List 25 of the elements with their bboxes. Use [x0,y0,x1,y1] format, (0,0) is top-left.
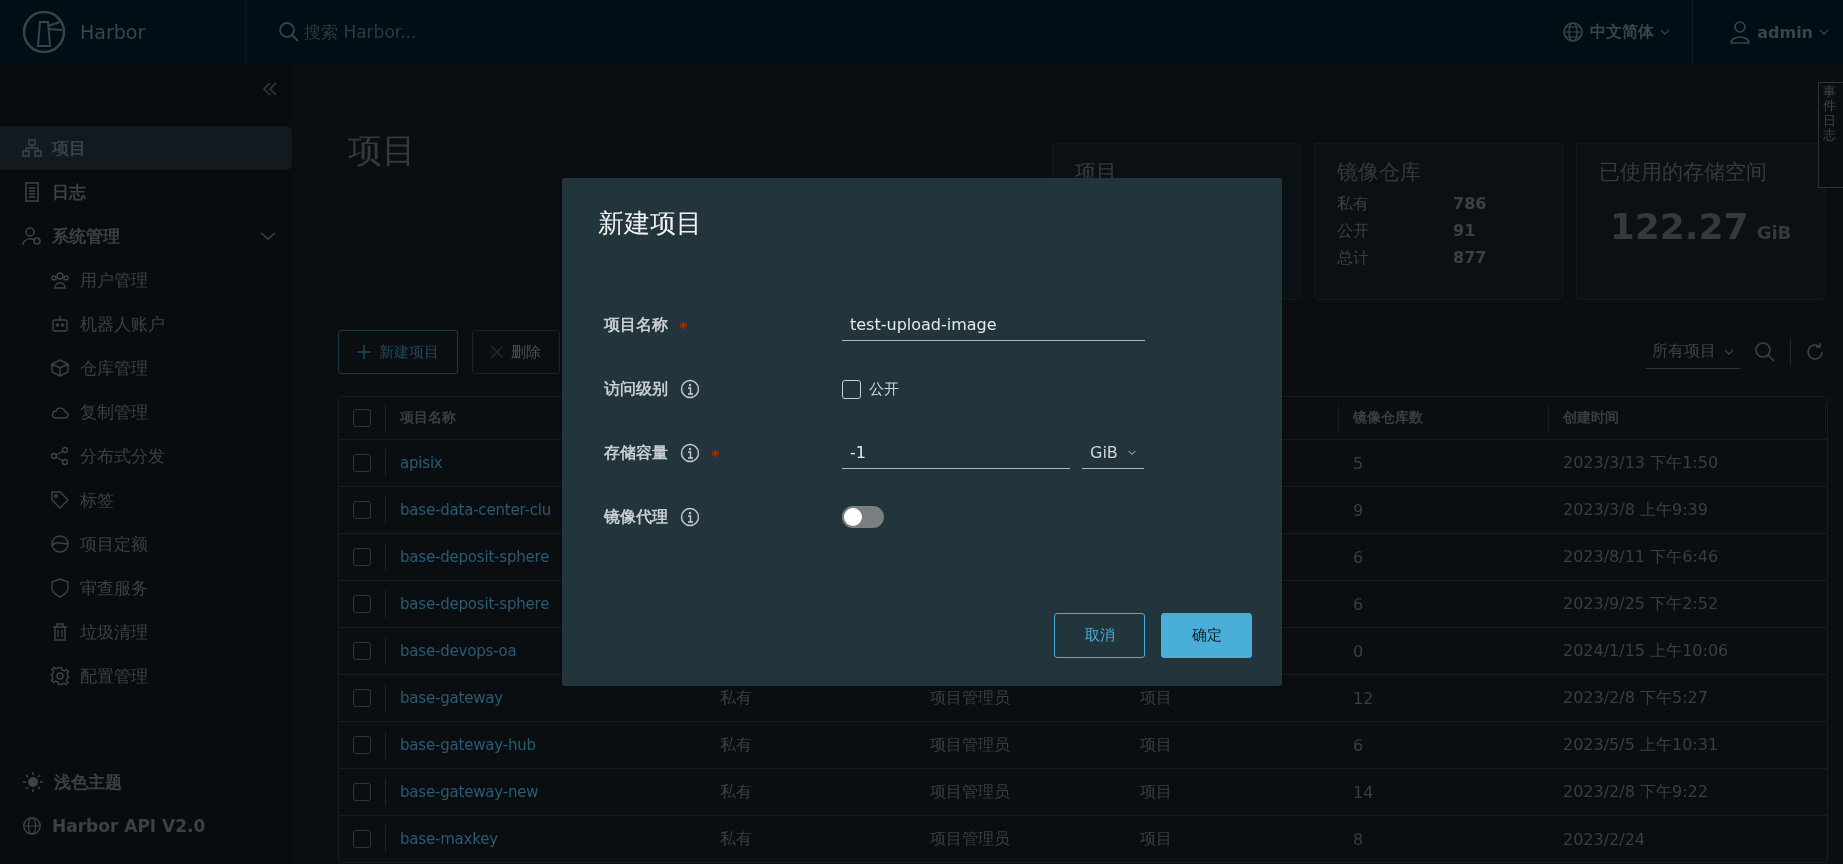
project-link[interactable]: base-gateway-hub [400,736,536,754]
field-label: 项目名称 [604,314,668,336]
new-project-button[interactable]: 新建项目 [338,330,458,374]
project-name-field[interactable]: test-upload-image [842,309,1145,341]
project-link[interactable]: apisix [400,454,443,472]
checkbox-label[interactable]: 公开 [869,379,899,399]
field-label: 镜像代理 [604,506,668,528]
project-link[interactable]: base-data-center-clu [400,501,551,519]
unit-dropdown[interactable]: GiB [1082,437,1144,469]
field-label: 访问级别 [604,378,668,400]
project-link[interactable]: base-maxkey [400,830,498,848]
project-link[interactable]: base-gateway-new [400,783,539,801]
project-link[interactable]: base-deposit-sphere [400,595,550,613]
delete-button[interactable]: 删除 [472,330,560,374]
confirm-button[interactable]: 确定 [1161,613,1252,658]
language-menu[interactable]: 中文简体 [1540,21,1693,43]
dialog-title: 新建项目 [598,207,703,240]
user-menu[interactable]: admin [1693,20,1843,44]
quota-field[interactable]: -1 [842,437,1070,469]
project-link[interactable]: base-devops-oa [400,642,517,660]
brand-name[interactable]: Harbor [80,21,146,43]
field-label: 存储容量 [604,442,668,464]
project-link[interactable]: base-deposit-sphere [400,548,550,566]
project-link[interactable]: base-gateway [400,689,503,707]
cancel-button[interactable]: 取消 [1054,613,1145,658]
